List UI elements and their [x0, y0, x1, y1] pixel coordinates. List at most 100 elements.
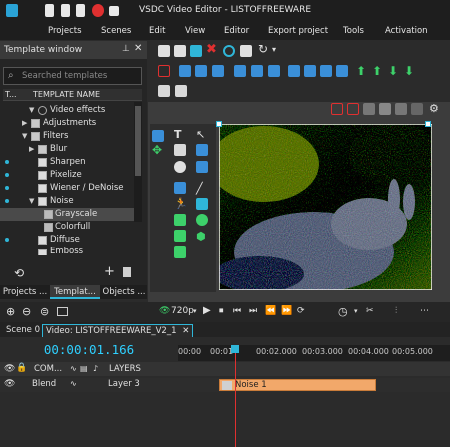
grid-view-icon[interactable] [363, 103, 375, 115]
tree-item-adjustments[interactable]: ▶ Adjustments [0, 117, 134, 130]
tree-item-diffuse[interactable]: Diffuse [0, 234, 134, 247]
delete-icon[interactable]: ✖ [206, 43, 218, 56]
waveform-icon[interactable]: ∿ [70, 364, 77, 373]
eye-icon[interactable]: 👁 [4, 364, 15, 374]
cut-tool-icon[interactable]: ✂ [366, 306, 374, 316]
arrow-up-all-icon[interactable]: ⬆ [372, 65, 384, 77]
add-icon[interactable]: + [104, 264, 115, 279]
audio-tool-icon[interactable] [174, 230, 186, 242]
box-tool-icon[interactable] [196, 161, 208, 173]
arrow-down-all-icon[interactable]: ⬇ [404, 65, 416, 77]
menu-tools[interactable]: Tools [343, 26, 364, 36]
search-input[interactable]: ⌕ Searched templates [3, 67, 142, 85]
menu-scenes[interactable]: Scenes [101, 26, 131, 36]
align-bottom-icon[interactable] [268, 65, 280, 77]
timeline-clip[interactable]: Noise 1 [219, 379, 376, 391]
chevron-down-icon[interactable]: ▾ [272, 45, 284, 57]
zoom-in-icon[interactable]: ⊕ [6, 305, 15, 318]
select-icon[interactable] [223, 45, 235, 57]
timeline-ruler[interactable]: 00:00 00:01 00:02.000 00:03.000 00:04.00… [178, 345, 450, 361]
blend-icon[interactable]: ▤ [80, 364, 88, 373]
expand-arrow-icon[interactable]: ▶ [29, 145, 34, 153]
playhead[interactable] [235, 345, 236, 447]
menu-projects[interactable]: Projects [48, 26, 82, 36]
tree-item-wiener-denoise[interactable]: Wiener / DeNoise [0, 182, 134, 195]
chevron-down-icon[interactable]: ▾ [354, 307, 358, 315]
snap-icon[interactable] [175, 85, 187, 97]
menu-editor[interactable]: Editor [224, 26, 249, 36]
menu-activation[interactable]: Activation [385, 26, 428, 36]
resize-handle[interactable] [425, 121, 431, 127]
fit-icon[interactable] [320, 65, 332, 77]
video-tool-icon[interactable] [174, 246, 186, 258]
size-icon[interactable] [304, 65, 316, 77]
markers-icon[interactable]: ⋯ [420, 306, 429, 316]
expand-arrow-icon[interactable]: ▶ [22, 119, 27, 127]
close-tab-icon[interactable]: ✕ [182, 326, 189, 336]
preview-eye-icon[interactable]: 👁 [159, 306, 170, 316]
crop-icon[interactable] [240, 45, 252, 57]
align-left-icon[interactable] [179, 65, 191, 77]
settings-gear-icon[interactable]: ⚙ [429, 102, 441, 115]
subtitle-tool-icon[interactable] [174, 144, 186, 156]
column-type[interactable]: T... [5, 90, 17, 99]
collapse-arrow-icon[interactable]: ▼ [22, 132, 27, 140]
tree-item-video-effects[interactable]: ▼ Video effects [0, 104, 134, 117]
trash-icon[interactable] [123, 267, 131, 277]
play-icon[interactable]: ▶ [203, 305, 211, 316]
lock-icon[interactable]: 🔒 [16, 363, 27, 373]
waveform-icon[interactable]: ∿ [70, 379, 77, 388]
zoom-out-icon[interactable]: ⊖ [22, 305, 31, 318]
crop-frame-icon[interactable] [158, 65, 170, 77]
audio-icon[interactable]: ♪ [93, 364, 98, 373]
image-tool-icon[interactable] [174, 214, 186, 226]
copy-icon[interactable] [174, 45, 186, 57]
stop-icon[interactable]: ⏹ [219, 306, 224, 316]
marker-icon[interactable] [57, 307, 68, 316]
forward-icon[interactable]: ⏩ [281, 306, 292, 316]
close-icon[interactable]: ✕ [134, 43, 142, 54]
refresh-icon[interactable]: ⟲ [14, 266, 24, 280]
pin-icon[interactable]: ⊥ [122, 44, 130, 54]
redo-icon[interactable]: ↻ [258, 43, 270, 55]
tab-projects[interactable]: Projects ... [2, 285, 48, 299]
tab-scene-0[interactable]: Scene 0 [3, 324, 43, 337]
tree-item-pixelize[interactable]: Pixelize [0, 169, 134, 182]
cursor-tool-icon[interactable]: ↖ [196, 128, 208, 141]
safe-area-icon[interactable] [411, 103, 423, 115]
split-icon[interactable]: ⫶ [395, 306, 397, 316]
next-frame-icon[interactable]: ⏭ [249, 306, 257, 316]
chart-tool-icon[interactable] [174, 182, 186, 194]
guides-icon[interactable] [395, 103, 407, 115]
playhead-handle[interactable] [231, 345, 239, 353]
ellipse-tool-icon[interactable] [196, 214, 208, 226]
collapse-arrow-icon[interactable]: ▼ [29, 197, 34, 205]
ruler-icon[interactable] [379, 103, 391, 115]
chevron-down-icon[interactable]: ▾ [193, 307, 197, 315]
prev-frame-icon[interactable]: ⏮ [233, 306, 241, 316]
frame-alt-icon[interactable] [347, 103, 359, 115]
align-center-icon[interactable] [195, 65, 207, 77]
sprite-tool-icon[interactable]: 🏃 [174, 197, 188, 210]
collapse-arrow-icon[interactable]: ▼ [29, 106, 34, 114]
grid-icon[interactable] [158, 85, 170, 97]
tab-video-timeline[interactable]: Video: LISTOFFREEWARE_V2_1 ✕ [42, 324, 194, 337]
tree-item-filters[interactable]: ▼ Filters [0, 130, 134, 143]
speech-bubble-icon[interactable] [174, 161, 186, 173]
fill-tool-icon[interactable] [196, 198, 208, 210]
arrow-down-icon[interactable]: ⬇ [388, 65, 400, 77]
tab-objects[interactable]: Objects ... [101, 285, 147, 299]
tree-item-noise[interactable]: ▼ Noise [0, 195, 134, 208]
align-top-icon[interactable] [234, 65, 246, 77]
text-tool-icon[interactable]: T [174, 128, 186, 141]
quality-select[interactable]: 720p [171, 306, 194, 316]
tab-templates[interactable]: Templat... [50, 285, 100, 299]
menu-export-project[interactable]: Export project [268, 26, 328, 36]
stretch-icon[interactable] [336, 65, 348, 77]
polygon-tool-icon[interactable]: ⬢ [196, 230, 208, 243]
move-tool-icon[interactable]: ✥ [152, 144, 164, 156]
menu-view[interactable]: View [185, 26, 205, 36]
paste-icon[interactable] [190, 45, 202, 57]
tree-item-blur[interactable]: ▶ Blur [0, 143, 134, 156]
align-middle-icon[interactable] [251, 65, 263, 77]
